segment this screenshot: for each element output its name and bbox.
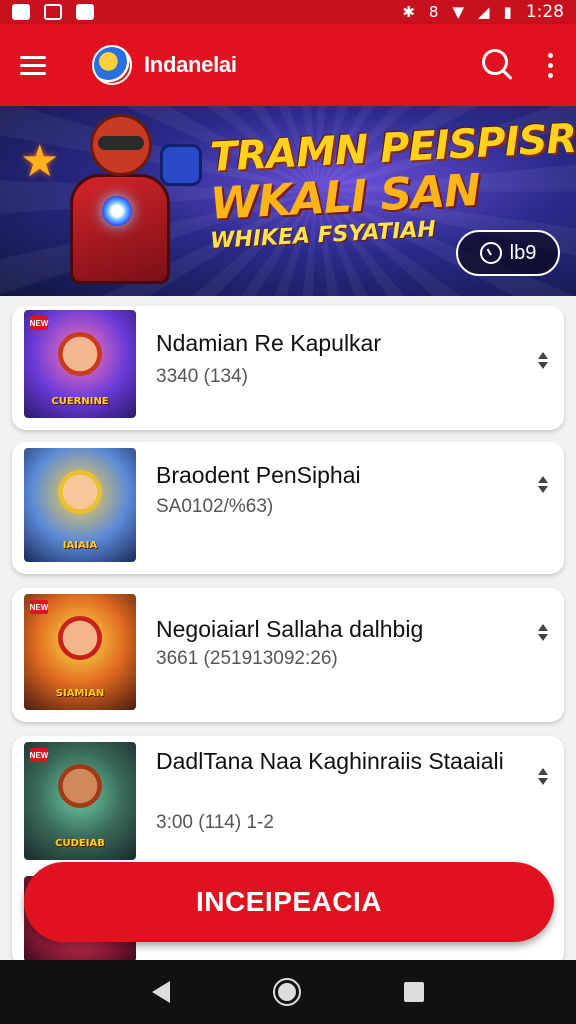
list-item[interactable]: IAIAIA Braodent PenSiphai SA0102/%63): [12, 442, 564, 574]
game-subtitle: SA0102/%63): [156, 496, 274, 517]
sort-icon[interactable]: [536, 350, 550, 372]
game-thumbnail: NEW CUERNINE: [24, 310, 136, 418]
app-logo: [92, 45, 132, 85]
hamburger-menu-icon[interactable]: [20, 47, 56, 83]
app-title: Indanelai: [144, 52, 237, 77]
status-bar: ✱ 8 ▼ ◢ ▮ 1:28: [0, 0, 576, 24]
back-icon[interactable]: [152, 981, 171, 1003]
sort-icon[interactable]: [536, 474, 550, 496]
timer-value: lb9: [509, 241, 537, 264]
game-title: Braodent PenSiphai: [156, 462, 361, 488]
list-item[interactable]: NEW CUERNINE Ndamian Re Kapulkar 3340 (1…: [12, 306, 564, 430]
game-subtitle: 3:00 (114) 1-2: [156, 812, 274, 833]
app-bar: Indanelai: [0, 24, 576, 106]
promo-banner[interactable]: ★ TRAMN PEISPISR! WKALI SAN WHIKEA FSYAT…: [0, 106, 576, 296]
search-icon[interactable]: [478, 45, 518, 85]
new-badge: NEW: [30, 600, 48, 614]
image-icon: [44, 4, 62, 20]
notification-icon: [12, 4, 30, 20]
game-title: Ndamian Re Kapulkar: [156, 330, 382, 356]
game-thumbnail: NEW SIAMIAN: [24, 594, 136, 710]
hero-character-illustration: [40, 114, 210, 296]
recents-icon[interactable]: [403, 982, 424, 1002]
more-vertical-icon[interactable]: [544, 47, 556, 83]
bluetooth-icon: ✱: [402, 3, 415, 21]
game-thumbnail: NEW CUDEIAB: [24, 742, 136, 860]
new-badge: NEW: [30, 748, 48, 762]
sort-icon[interactable]: [536, 622, 550, 644]
new-badge: NEW: [30, 316, 48, 330]
game-title: DadlTana Naa Kaghinraiis Staaiali: [156, 748, 504, 774]
clock-icon: [479, 242, 502, 264]
game-subtitle: 3340 (134): [156, 366, 248, 387]
sort-icon[interactable]: [536, 766, 550, 788]
signal-icon: ◢: [478, 3, 490, 21]
battery-icon: ▮: [503, 3, 512, 21]
game-title: Negoiaiarl Sallaha dalhbig: [156, 616, 424, 642]
game-subtitle: 3661 (251913092:26): [156, 648, 338, 669]
gallery-icon: [76, 4, 94, 20]
system-nav-bar: [0, 960, 576, 1024]
list-item[interactable]: NEW SIAMIAN Negoiaiarl Sallaha dalhbig 3…: [12, 588, 564, 722]
game-thumbnail: IAIAIA: [24, 448, 136, 562]
timer-badge[interactable]: lb9: [456, 230, 560, 276]
home-icon[interactable]: [272, 978, 301, 1006]
primary-cta-button[interactable]: INCEIPEACIA: [24, 862, 554, 942]
vibrate-icon: 8: [428, 3, 439, 21]
wifi-icon: ▼: [452, 3, 464, 21]
banner-headline: TRAMN PEISPISR! WKALI SAN WHIKEA FSYATIA…: [209, 115, 576, 254]
status-time: 1:28: [525, 2, 564, 22]
